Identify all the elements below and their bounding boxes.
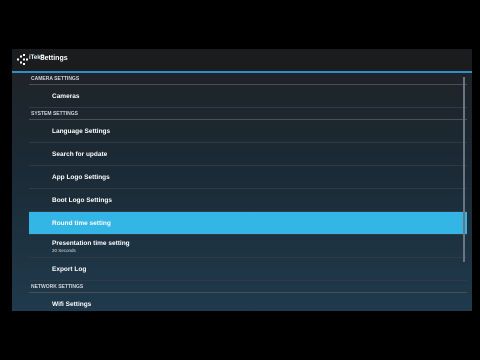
scrollbar[interactable] <box>463 77 465 262</box>
setting-item-search-update[interactable]: Search for update <box>29 143 467 166</box>
setting-item-label: Cameras <box>52 93 80 100</box>
setting-item-label: Presentation time setting <box>52 240 130 247</box>
setting-item-summary: 20 Seconds <box>52 248 76 253</box>
setting-item-label: Boot Logo Settings <box>52 197 112 204</box>
setting-item-label: Wifi Settings <box>52 301 92 308</box>
section-header-network: NETWORK SETTINGS <box>29 281 467 293</box>
setting-item-export-log[interactable]: Export Log <box>29 258 467 281</box>
setting-item-boot-logo[interactable]: Boot Logo Settings <box>29 189 467 212</box>
setting-item-label: Round time setting <box>52 220 111 227</box>
setting-item-app-logo[interactable]: App Logo Settings <box>29 166 467 189</box>
setting-item-cameras[interactable]: Cameras <box>29 85 467 108</box>
setting-item-language[interactable]: Language Settings <box>29 120 467 143</box>
setting-item-label: Export Log <box>52 266 87 273</box>
setting-item-label: Search for update <box>52 151 108 158</box>
grid-logo-icon <box>17 54 28 65</box>
setting-item-presentation-time[interactable]: Presentation time setting 20 Seconds <box>29 235 467 258</box>
section-header-camera: CAMERA SETTINGS <box>29 73 467 85</box>
setting-item-round-time[interactable]: Round time setting <box>29 212 467 235</box>
settings-screen: iTekP Settings CAMERA SETTINGS Cameras S… <box>12 49 472 311</box>
setting-item-wifi[interactable]: Wifi Settings <box>29 293 467 311</box>
section-header-system: SYSTEM SETTINGS <box>29 108 467 120</box>
settings-list: CAMERA SETTINGS Cameras SYSTEM SETTINGS … <box>29 73 467 311</box>
setting-item-label: Language Settings <box>52 128 111 135</box>
setting-item-label: App Logo Settings <box>52 174 110 181</box>
action-bar: iTekP Settings <box>12 49 472 71</box>
page-title: Settings <box>40 55 68 62</box>
